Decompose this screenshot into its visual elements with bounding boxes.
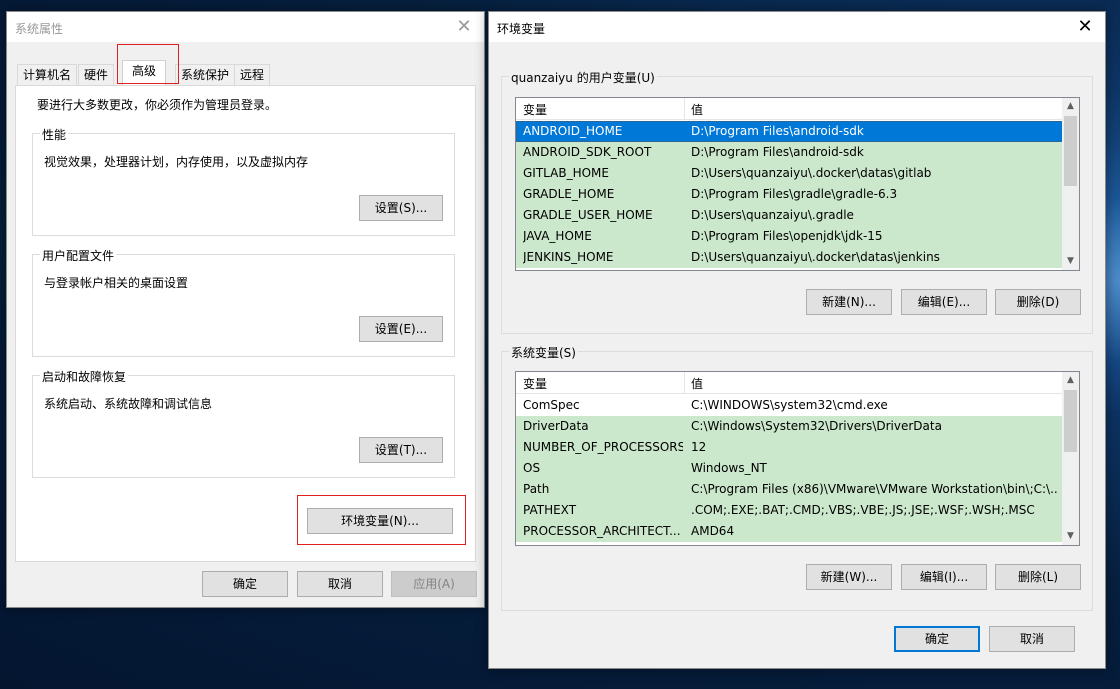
- startup-settings-button[interactable]: 设置(T)...: [359, 437, 443, 463]
- startup-recovery-label: 启动和故障恢复: [40, 368, 129, 385]
- user-new-button[interactable]: 新建(N)...: [806, 289, 892, 315]
- startup-recovery-group: 启动和故障恢复 系统启动、系统故障和调试信息 设置(T)...: [32, 368, 455, 478]
- performance-label: 性能: [40, 126, 69, 143]
- column-separator: [684, 98, 685, 120]
- window-title: 系统属性: [15, 22, 64, 36]
- system-new-button[interactable]: 新建(W)...: [806, 564, 892, 590]
- user-profile-group: 用户配置文件 与登录帐户相关的桌面设置 设置(E)...: [32, 247, 455, 357]
- system-edit-button[interactable]: 编辑(I)...: [901, 564, 987, 590]
- table-row[interactable]: GITLAB_HOME D:\Users\quanzaiyu\.docker\da…: [516, 163, 1063, 184]
- column-header-variable[interactable]: 变量: [523, 101, 547, 118]
- scroll-down-icon[interactable]: ▼: [1062, 253, 1079, 270]
- user-variables-list[interactable]: 变量 值 ANDROID_HOME D:\Program Files\androi…: [515, 97, 1080, 271]
- table-row[interactable]: Path C:\Program Files (x86)\VMware\VMware…: [516, 479, 1063, 500]
- system-variables-group: 系统变量(S) 变量 值 ComSpec C:\WINDOWS\system32\…: [501, 344, 1093, 611]
- tab-remote[interactable]: 远程: [234, 64, 271, 86]
- table-row[interactable]: PATHEXT .COM;.EXE;.BAT;.CMD;.VBS;.VBE;.JS…: [516, 500, 1063, 521]
- apply-button[interactable]: 应用(A): [391, 571, 477, 597]
- env-cancel-button[interactable]: 取消: [989, 626, 1075, 652]
- window-title: 环境变量: [497, 22, 546, 36]
- system-variables-list[interactable]: 变量 值 ComSpec C:\WINDOWS\system32\cmd.exe …: [515, 371, 1080, 546]
- table-row[interactable]: JENKINS_HOME D:\Users\quanzaiyu\.docker\d…: [516, 247, 1063, 268]
- system-list-scrollbar[interactable]: ▲ ▼: [1062, 372, 1079, 545]
- table-row[interactable]: ANDROID_SDK_ROOT D:\Program Files\android…: [516, 142, 1063, 163]
- startup-recovery-desc: 系统启动、系统故障和调试信息: [44, 397, 213, 411]
- close-icon[interactable]: ✕: [444, 12, 484, 42]
- titlebar: 系统属性 ✕: [7, 12, 484, 42]
- system-delete-button[interactable]: 删除(L): [995, 564, 1081, 590]
- annotation-box-tab: [117, 44, 179, 84]
- tab-hardware[interactable]: 硬件: [78, 64, 115, 86]
- scroll-thumb[interactable]: [1064, 116, 1077, 186]
- table-row[interactable]: ComSpec C:\WINDOWS\system32\cmd.exe: [516, 395, 1063, 416]
- performance-group: 性能 视觉效果，处理器计划，内存使用，以及虚拟内存 设置(S)...: [32, 126, 455, 236]
- ok-button[interactable]: 确定: [202, 571, 288, 597]
- tab-computer-name[interactable]: 计算机名: [17, 64, 78, 86]
- column-header-value[interactable]: 值: [691, 101, 703, 118]
- table-row[interactable]: PROCESSOR_ARCHITECT... AMD64: [516, 521, 1063, 542]
- env-ok-button[interactable]: 确定: [894, 626, 980, 652]
- user-profile-desc: 与登录帐户相关的桌面设置: [44, 276, 189, 290]
- performance-desc: 视觉效果，处理器计划，内存使用，以及虚拟内存: [44, 155, 309, 169]
- system-variable-rows: ComSpec C:\WINDOWS\system32\cmd.exe Drive…: [516, 395, 1063, 542]
- column-separator: [684, 372, 685, 394]
- table-row[interactable]: NUMBER_OF_PROCESSORS 12: [516, 437, 1063, 458]
- cancel-button[interactable]: 取消: [297, 571, 383, 597]
- system-variables-label: 系统变量(S): [509, 344, 578, 361]
- user-delete-button[interactable]: 删除(D): [995, 289, 1081, 315]
- titlebar: 环境变量 ✕: [489, 12, 1105, 42]
- scroll-up-icon[interactable]: ▲: [1062, 372, 1079, 389]
- table-row[interactable]: JAVA_HOME D:\Program Files\openjdk\jdk-15: [516, 226, 1063, 247]
- table-row[interactable]: OS Windows_NT: [516, 458, 1063, 479]
- scroll-down-icon[interactable]: ▼: [1062, 528, 1079, 545]
- user-profile-label: 用户配置文件: [40, 247, 117, 264]
- table-row[interactable]: GRADLE_HOME D:\Program Files\gradle\gradl…: [516, 184, 1063, 205]
- table-row[interactable]: GRADLE_USER_HOME D:\Users\quanzaiyu\.grad…: [516, 205, 1063, 226]
- column-header-value[interactable]: 值: [691, 375, 703, 392]
- scroll-thumb[interactable]: [1064, 390, 1077, 452]
- advanced-tab-panel: 要进行大多数更改，你必须作为管理员登录。 性能 视觉效果，处理器计划，内存使用，…: [15, 85, 476, 562]
- close-icon[interactable]: ✕: [1065, 12, 1105, 42]
- column-header-variable[interactable]: 变量: [523, 375, 547, 392]
- scroll-up-icon[interactable]: ▲: [1062, 98, 1079, 115]
- list-header: 变量 值: [516, 372, 1063, 394]
- user-variables-label: quanzaiyu 的用户变量(U): [509, 69, 657, 86]
- user-edit-button[interactable]: 编辑(E)...: [901, 289, 987, 315]
- annotation-box-env-button: [297, 495, 466, 545]
- tab-system-protection[interactable]: 系统保护: [175, 64, 236, 86]
- user-variable-rows: ANDROID_HOME D:\Program Files\android-sdk…: [516, 121, 1063, 268]
- admin-note: 要进行大多数更改，你必须作为管理员登录。: [37, 98, 278, 112]
- user-variables-group: quanzaiyu 的用户变量(U) 变量 值 ANDROID_HOME D:\P…: [501, 69, 1093, 334]
- user-list-scrollbar[interactable]: ▲ ▼: [1062, 98, 1079, 270]
- environment-variables-window: 环境变量 ✕ quanzaiyu 的用户变量(U) 变量 值 ANDROID_H…: [488, 11, 1106, 669]
- list-header: 变量 值: [516, 98, 1063, 120]
- user-profile-settings-button[interactable]: 设置(E)...: [359, 316, 443, 342]
- system-properties-window: 系统属性 ✕ 计算机名 硬件 高级 系统保护 远程 要进行大多数更改，你必须作为…: [6, 11, 485, 608]
- table-row[interactable]: ANDROID_HOME D:\Program Files\android-sdk: [516, 121, 1063, 142]
- performance-settings-button[interactable]: 设置(S)...: [359, 195, 443, 221]
- table-row[interactable]: DriverData C:\Windows\System32\Drivers\Dr…: [516, 416, 1063, 437]
